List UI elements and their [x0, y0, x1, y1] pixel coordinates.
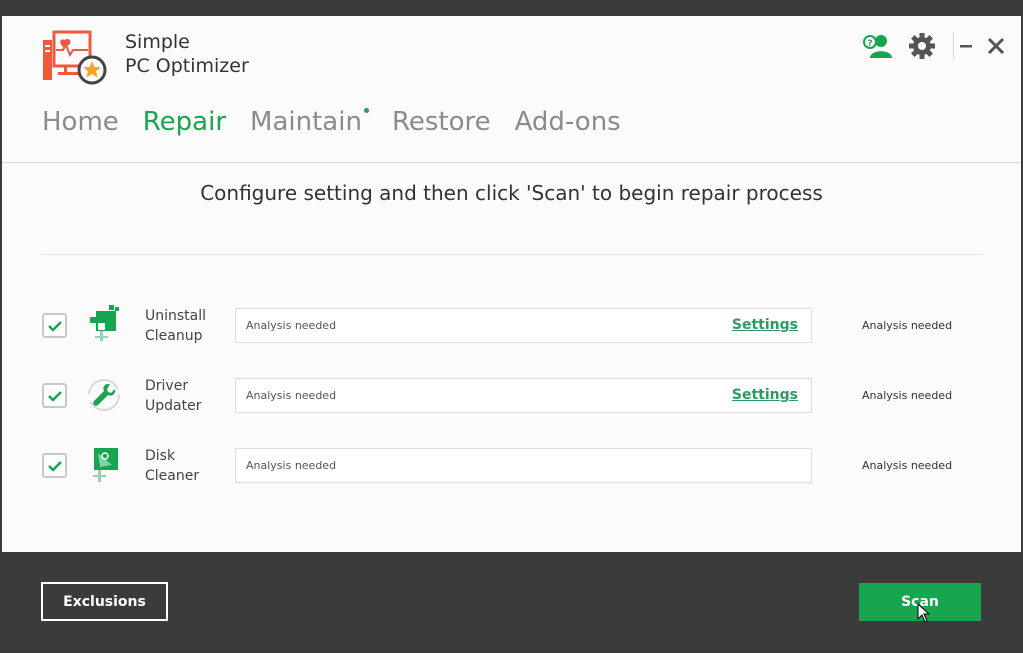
driver-updater-status-box: Analysis needed Settings: [235, 378, 812, 413]
disk-cleaner-checkbox[interactable]: [42, 453, 67, 478]
disk-cleaner-status: Analysis needed: [246, 459, 337, 472]
notification-dot: [363, 108, 369, 113]
repair-row-uninstall-cleanup: Uninstall Cleanup Analysis needed Settin…: [2, 305, 1021, 346]
disk-cleaner-status-box: Analysis needed: [235, 448, 812, 483]
close-icon[interactable]: [979, 32, 1013, 60]
tab-restore[interactable]: Restore: [392, 104, 491, 144]
repair-row-driver-updater: Driver Updater Analysis needed Settings …: [2, 378, 1021, 414]
driver-updater-status: Analysis needed: [246, 389, 337, 402]
app-name: Simple PC Optimizer: [125, 30, 249, 78]
uninstall-cleanup-status-box: Analysis needed Settings: [235, 308, 812, 343]
support-icon[interactable]: ?: [862, 32, 896, 60]
uninstall-cleanup-label-line2: Cleanup: [145, 328, 203, 344]
heading-divider: [42, 254, 982, 255]
driver-updater-settings-link[interactable]: Settings: [732, 387, 798, 403]
uninstall-cleanup-label: Uninstall Cleanup: [145, 306, 206, 346]
driver-updater-icon: [88, 379, 120, 411]
tab-maintain-label: Maintain: [250, 107, 362, 137]
main-nav: Home Repair Maintain Restore Add-ons: [42, 104, 645, 144]
svg-text:?: ?: [867, 39, 872, 49]
checkmark-icon: [47, 320, 62, 332]
repair-row-disk-cleaner: Disk Cleaner Analysis needed Analysis ne…: [2, 448, 1021, 484]
disk-cleaner-result: Analysis needed: [862, 459, 953, 472]
disk-cleaner-label: Disk Cleaner: [145, 446, 199, 486]
disk-cleaner-icon: [93, 448, 118, 482]
app-logo: [43, 30, 107, 85]
mouse-cursor-icon: [917, 603, 931, 623]
disk-cleaner-label-line1: Disk: [145, 448, 176, 464]
gear-icon[interactable]: [905, 32, 939, 60]
uninstall-cleanup-label-line1: Uninstall: [145, 308, 207, 324]
uninstall-cleanup-status: Analysis needed: [246, 319, 337, 332]
uninstall-cleanup-settings-link[interactable]: Settings: [732, 317, 798, 333]
uninstall-cleanup-icon: [90, 305, 119, 341]
exclusions-button[interactable]: Exclusions: [41, 582, 168, 621]
page-heading: Configure setting and then click 'Scan' …: [200, 181, 823, 205]
app-window: Simple PC Optimizer ? Home Repair Mainta…: [2, 16, 1021, 552]
nav-divider: [2, 162, 1021, 163]
uninstall-cleanup-result: Analysis needed: [862, 319, 953, 332]
driver-updater-label-line1: Driver: [145, 378, 189, 394]
checkmark-icon: [47, 460, 62, 472]
driver-updater-result: Analysis needed: [862, 389, 953, 402]
app-name-line1: Simple: [125, 31, 190, 53]
disk-cleaner-label-line2: Cleaner: [145, 468, 200, 484]
title-bar: [0, 0, 1023, 16]
tab-maintain[interactable]: Maintain: [250, 104, 369, 144]
uninstall-cleanup-checkbox[interactable]: [42, 313, 67, 338]
tab-home[interactable]: Home: [42, 104, 119, 144]
tab-repair[interactable]: Repair: [143, 104, 226, 144]
driver-updater-label-line2: Updater: [145, 398, 202, 414]
checkmark-icon: [47, 390, 62, 402]
tab-add-ons[interactable]: Add-ons: [515, 104, 621, 144]
minimize-icon[interactable]: [949, 32, 983, 60]
driver-updater-checkbox[interactable]: [42, 383, 67, 408]
header-controls: ?: [821, 32, 1021, 60]
driver-updater-label: Driver Updater: [145, 376, 201, 416]
app-name-line2: PC Optimizer: [125, 55, 249, 77]
